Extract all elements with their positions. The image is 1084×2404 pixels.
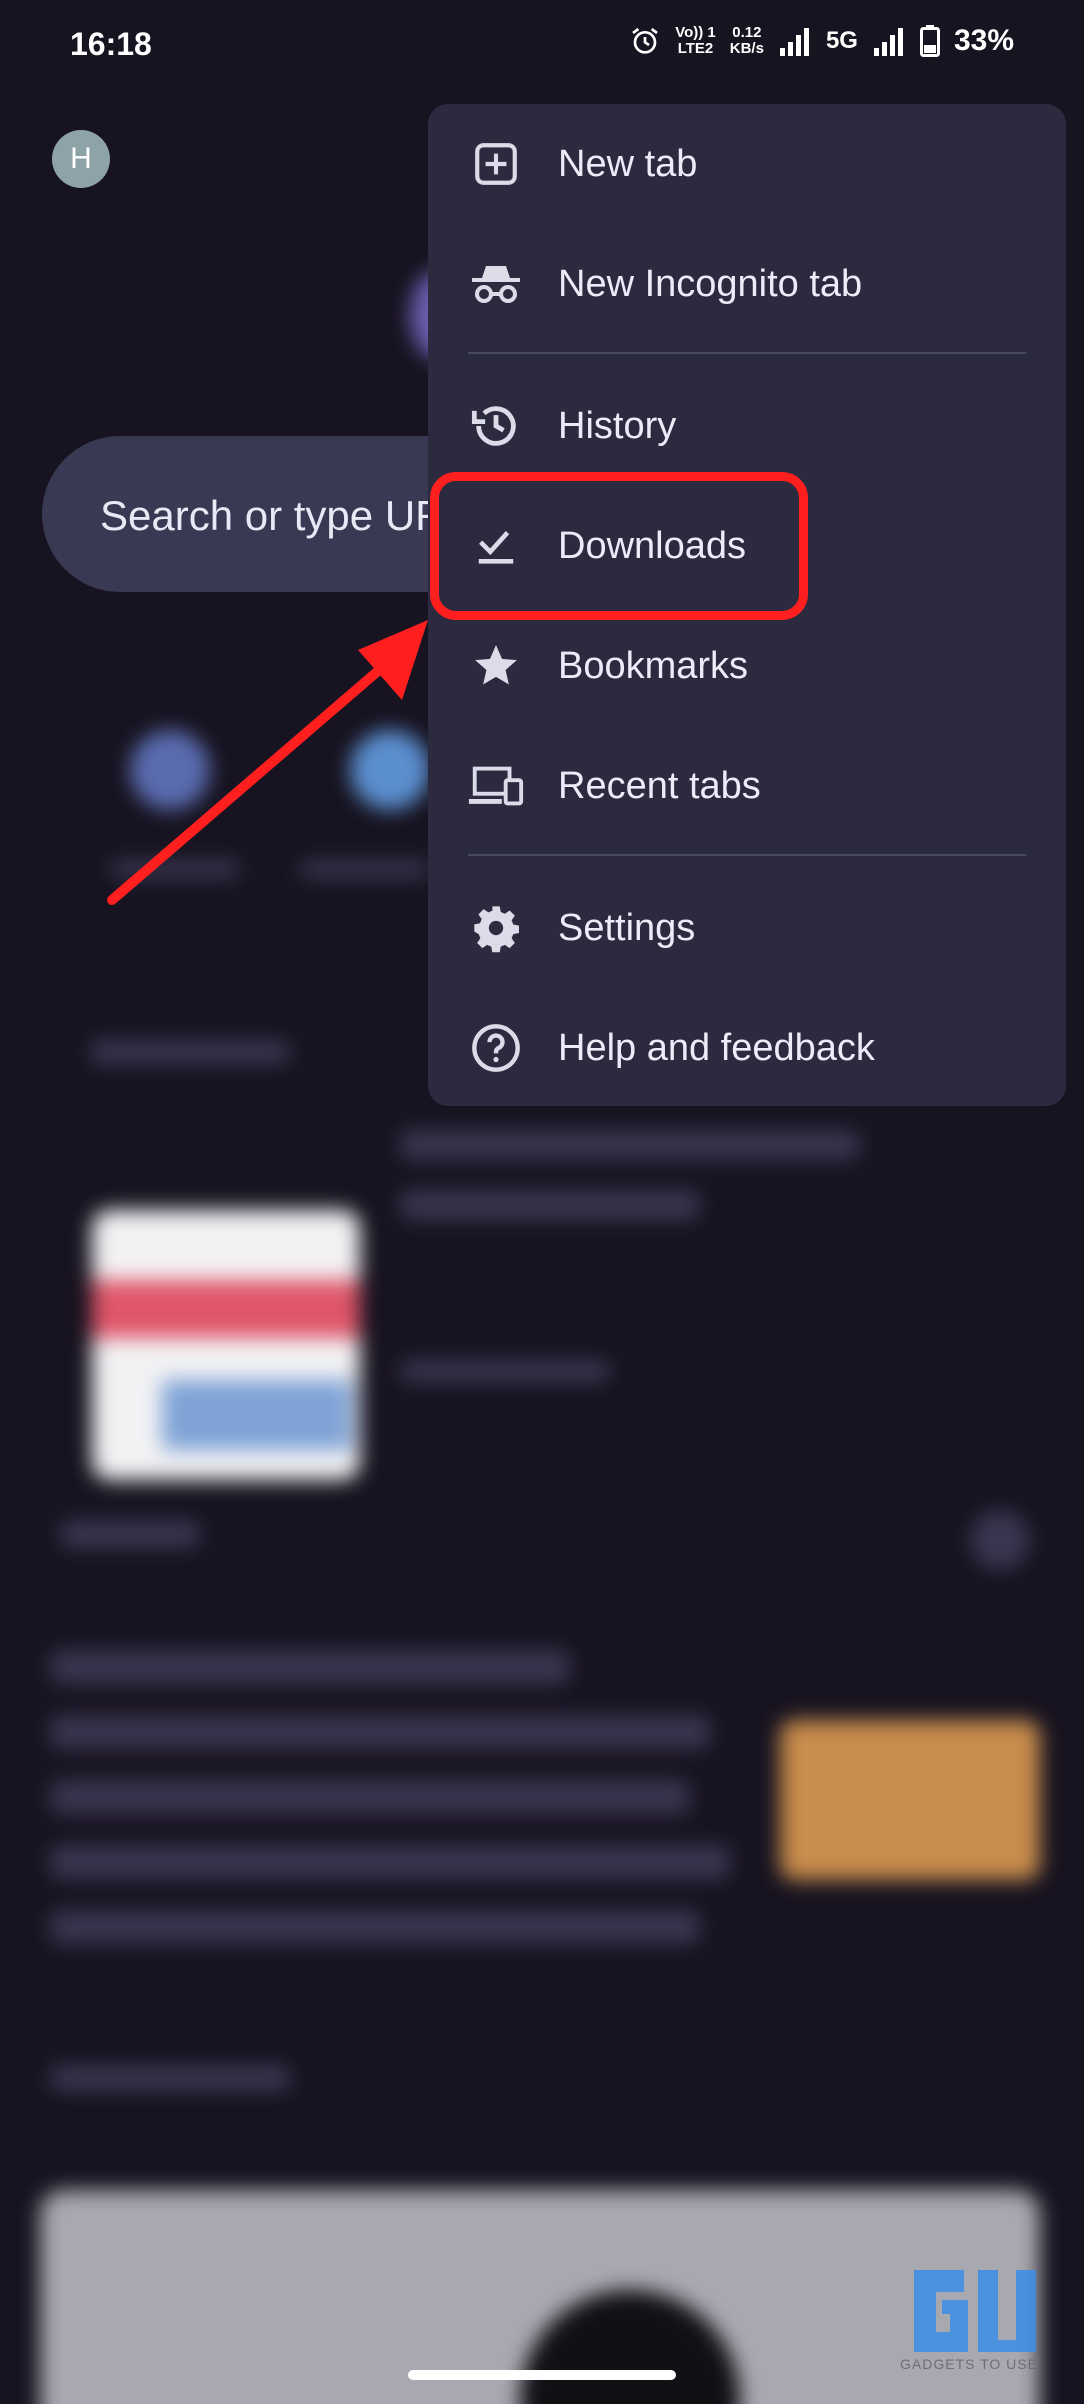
menu-label: New Incognito tab xyxy=(558,262,863,305)
menu-label: Bookmarks xyxy=(558,644,749,687)
menu-item-settings[interactable]: Settings xyxy=(428,872,1066,984)
watermark-text: GADGETS TO USE xyxy=(900,2356,1038,2372)
annotation-highlight-box xyxy=(430,472,808,620)
menu-item-bookmarks[interactable]: Bookmarks xyxy=(428,610,1066,722)
menu-item-history[interactable]: History xyxy=(428,370,1066,482)
devices-icon xyxy=(466,756,526,816)
menu-item-help-and-feedback[interactable]: Help and feedback xyxy=(428,992,1066,1104)
star-icon xyxy=(466,636,526,696)
menu-label: Help and feedback xyxy=(558,1026,875,1069)
gear-icon xyxy=(466,898,526,958)
menu-item-new-incognito-tab[interactable]: New Incognito tab xyxy=(428,228,1066,340)
menu-label: Settings xyxy=(558,906,696,949)
menu-label: Recent tabs xyxy=(558,764,761,807)
browser-screen: H Search or type URL 16:18 Vo)) 1 LTE2 0.… xyxy=(0,0,1084,2404)
menu-label: New tab xyxy=(558,142,698,185)
menu-divider xyxy=(468,854,1026,856)
plus-box-icon xyxy=(466,134,526,194)
help-circle-icon xyxy=(466,1018,526,1078)
menu-label: History xyxy=(558,404,677,447)
incognito-icon xyxy=(466,254,526,314)
history-icon xyxy=(466,396,526,456)
menu-divider xyxy=(468,352,1026,354)
home-indicator[interactable] xyxy=(408,2370,676,2380)
menu-item-recent-tabs[interactable]: Recent tabs xyxy=(428,730,1066,842)
menu-item-new-tab[interactable]: New tab xyxy=(428,108,1066,220)
